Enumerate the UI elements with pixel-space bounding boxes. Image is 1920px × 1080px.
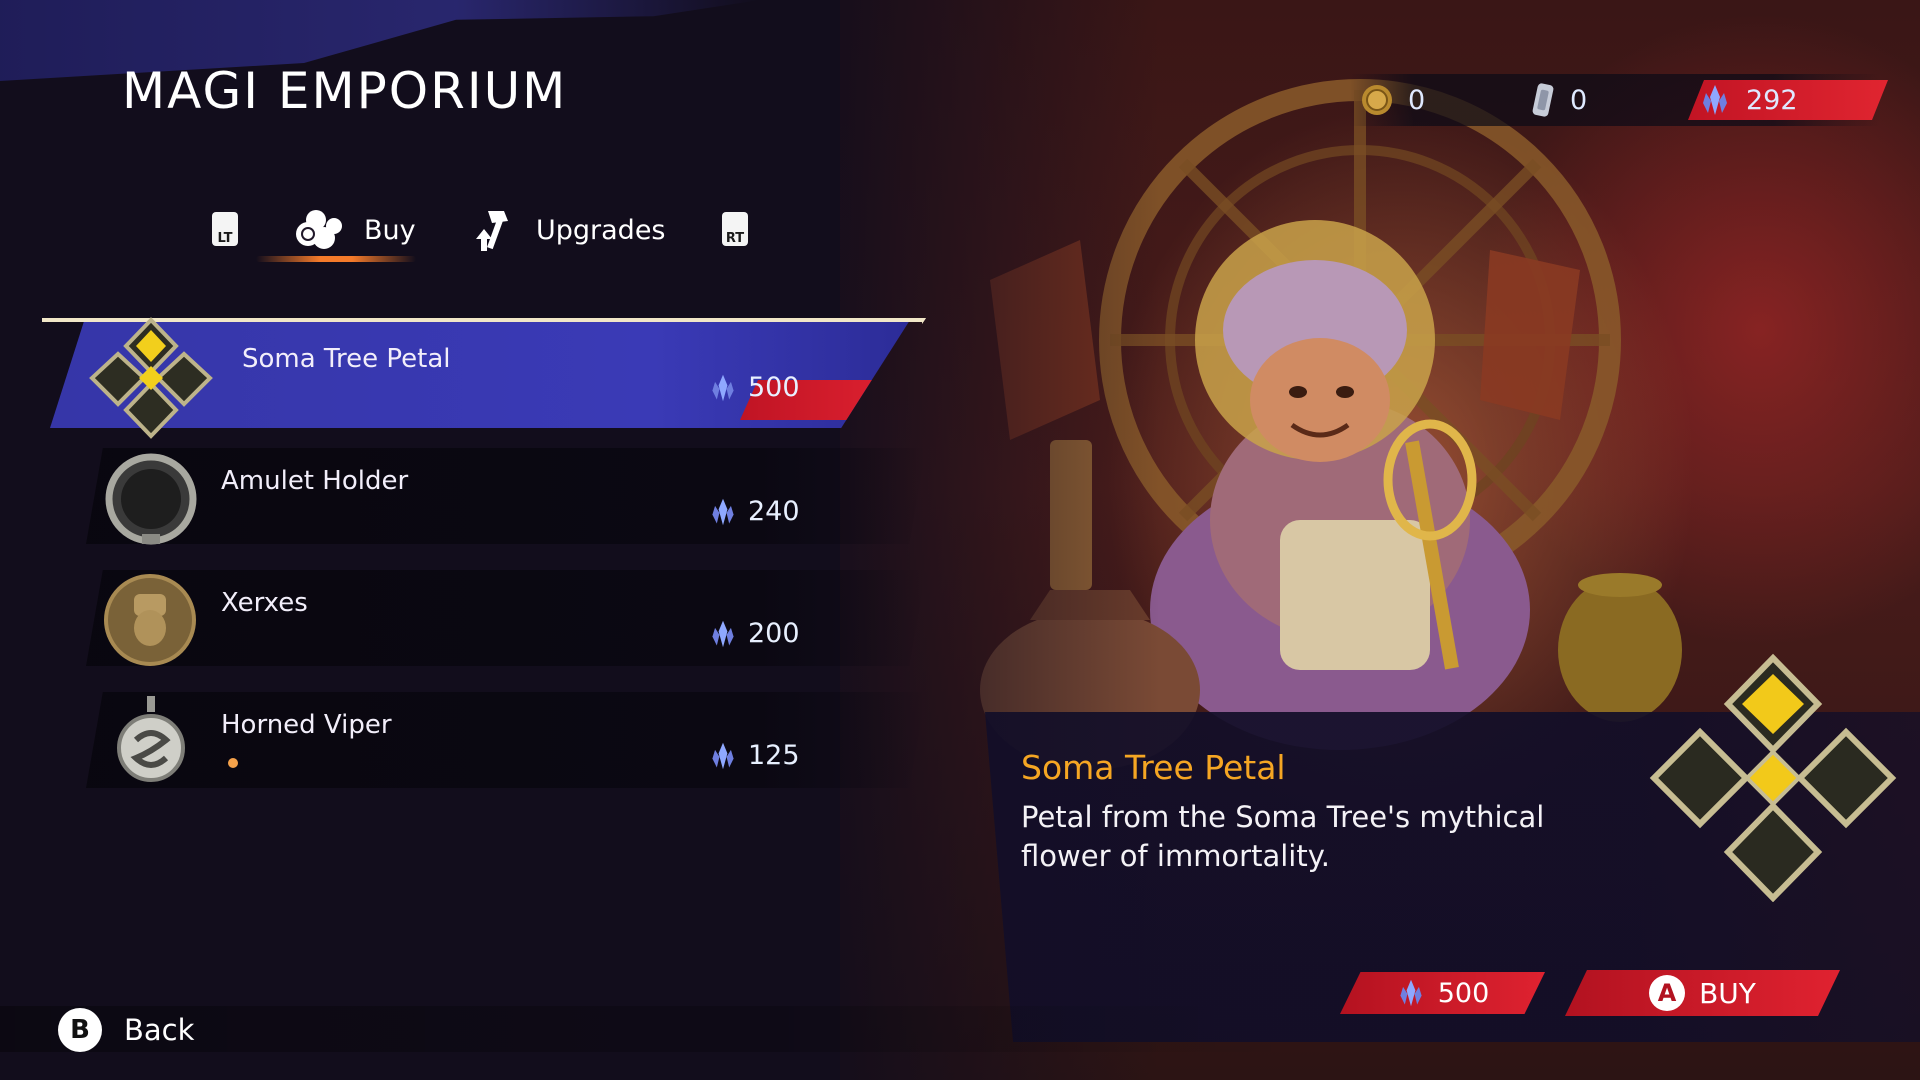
list-item-xerxes[interactable] xyxy=(86,570,926,666)
detail-price: 500 xyxy=(1340,972,1545,1014)
item-price: 500 xyxy=(708,372,800,403)
time-crystal-count: 292 xyxy=(1746,84,1798,116)
active-tab-indicator xyxy=(256,256,416,262)
gold-coin-icon xyxy=(1362,85,1392,115)
list-item-amulet-holder[interactable] xyxy=(86,448,926,544)
soma-petal-icon xyxy=(89,317,213,439)
time-crystal-icon xyxy=(1400,979,1422,1007)
time-crystal-icon xyxy=(712,498,734,525)
tab-buy-label: Buy xyxy=(364,214,416,246)
footer-bar xyxy=(0,1006,1300,1052)
token-icon xyxy=(1532,83,1554,117)
item-price-value: 240 xyxy=(748,496,800,527)
gold-coin-count: 0 xyxy=(1408,84,1426,116)
time-crystal-icon xyxy=(712,742,734,769)
currency-bar: 0 0 292 xyxy=(1350,74,1888,126)
tab-upgrades-label: Upgrades xyxy=(536,214,666,246)
back-label: Back xyxy=(124,1013,195,1047)
item-name: Horned Viper xyxy=(221,710,392,740)
detail-price-value: 500 xyxy=(1437,977,1490,1009)
detail-description: Petal from the Soma Tree's mythical flow… xyxy=(1021,800,1545,873)
soma-petal-large-icon xyxy=(1649,653,1897,902)
hammer-upgrade-icon xyxy=(476,211,508,251)
tab-upgrades[interactable]: Upgrades xyxy=(468,200,666,260)
b-button-glyph: B xyxy=(58,1008,102,1052)
item-price: 200 xyxy=(708,618,800,649)
horned-viper-icon xyxy=(117,696,185,782)
time-crystal-icon xyxy=(712,620,734,647)
item-name: Amulet Holder xyxy=(221,466,409,496)
amulet-holder-icon xyxy=(105,453,197,545)
item-price: 125 xyxy=(708,740,800,771)
new-item-indicator xyxy=(228,758,238,768)
time-crystal-currency: 292 xyxy=(1698,74,1798,126)
token-currency: 0 xyxy=(1530,74,1587,126)
page-title: MAGI EMPORIUM xyxy=(122,62,568,120)
a-button-glyph: A xyxy=(1649,975,1686,1011)
item-price-value: 125 xyxy=(748,740,800,771)
lt-button[interactable]: LT xyxy=(212,212,238,246)
coins-icon xyxy=(296,210,342,249)
back-button[interactable]: B Back xyxy=(58,1008,194,1052)
tab-buy[interactable]: Buy xyxy=(290,200,416,260)
list-item-horned-viper[interactable] xyxy=(86,692,926,788)
token-count: 0 xyxy=(1570,84,1588,116)
shop-tabs: LT Buy Upgrades RT xyxy=(208,200,768,262)
detail-title: Soma Tree Petal xyxy=(1021,748,1286,787)
item-name: Soma Tree Petal xyxy=(242,344,451,374)
rt-button[interactable]: RT xyxy=(722,212,748,246)
time-crystal-icon xyxy=(1703,85,1727,115)
item-price-value: 500 xyxy=(748,372,800,403)
item-price-value: 200 xyxy=(748,618,800,649)
item-price: 240 xyxy=(708,496,800,527)
item-name: Xerxes xyxy=(221,588,308,618)
gold-coin-currency: 0 xyxy=(1360,74,1425,126)
buy-button-label: BUY xyxy=(1699,976,1756,1010)
time-crystal-icon xyxy=(712,374,734,401)
xerxes-coin-icon xyxy=(104,574,196,666)
buy-button[interactable]: A BUY xyxy=(1565,970,1840,1016)
